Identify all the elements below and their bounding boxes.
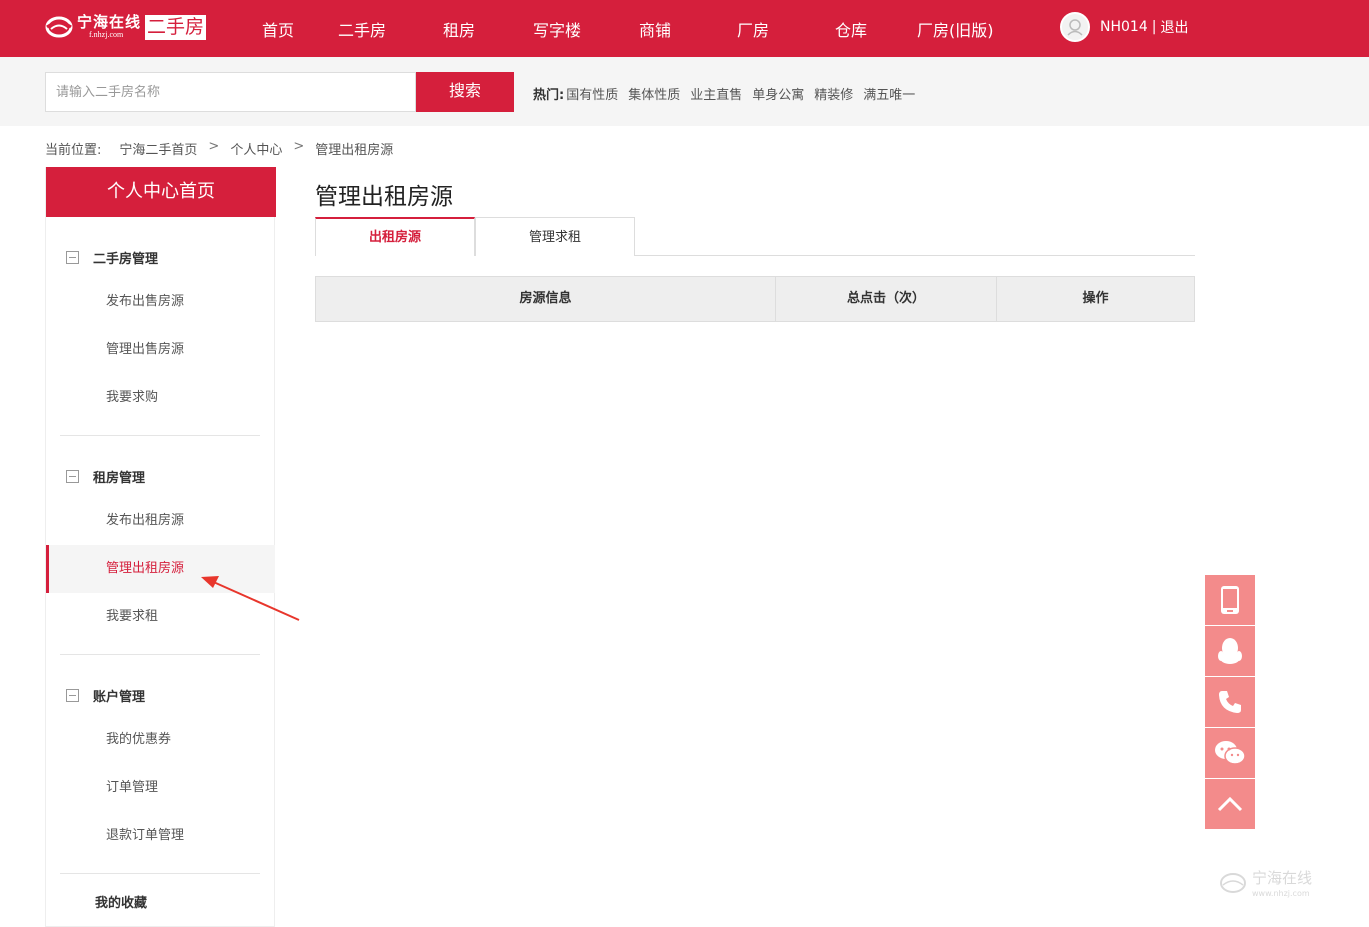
phone-icon — [1219, 691, 1241, 713]
sidebar-group-rent[interactable]: 租房管理 — [66, 467, 145, 486]
sidebar-item-manage-sale[interactable]: 管理出售房源 — [46, 326, 275, 374]
hot-tag[interactable]: 集体性质 — [628, 84, 680, 103]
sidebar-item-publish-rent[interactable]: 发布出租房源 — [46, 497, 275, 545]
site-logo[interactable]: 宁海在线 f.nhzj.com 二手房 — [45, 12, 207, 42]
sidebar-divider — [60, 654, 260, 655]
back-to-top-icon — [1217, 796, 1243, 812]
nav-item-second-hand[interactable]: 二手房 — [338, 17, 386, 41]
sidebar-home-button[interactable]: 个人中心首页 — [46, 167, 276, 217]
listing-table-header: 房源信息 总点击（次） 操作 — [315, 276, 1195, 322]
back-to-top-button[interactable] — [1205, 779, 1255, 829]
nav-item-factory-old[interactable]: 厂房(旧版) — [917, 17, 994, 41]
logout-link[interactable]: 退出 — [1160, 17, 1188, 37]
sidebar-group-secondhand[interactable]: 二手房管理 — [66, 248, 158, 267]
breadcrumb-current: 管理出租房源 — [315, 143, 394, 158]
sidebar-divider — [60, 435, 260, 436]
sidebar-item-want-buy[interactable]: 我要求购 — [46, 374, 275, 422]
watermark-text: 宁海在线 — [1252, 869, 1313, 887]
top-navbar: 宁海在线 f.nhzj.com 二手房 首页 二手房 租房 写字楼 商铺 厂房 … — [0, 0, 1369, 57]
breadcrumb-arrow: > — [293, 139, 305, 154]
annotation-arrow-icon — [201, 576, 300, 621]
username-link[interactable]: NH014 — [1100, 19, 1148, 35]
user-separator: | — [1151, 19, 1157, 35]
breadcrumb-item[interactable]: 个人中心 — [230, 139, 282, 158]
mobile-icon — [1221, 586, 1239, 614]
search-button[interactable]: 搜索 — [416, 72, 514, 112]
search-bar: 搜索 热门: 国有性质 集体性质 业主直售 单身公寓 精装修 满五唯一 — [0, 57, 1369, 126]
wechat-icon — [1215, 741, 1246, 765]
tab-rent-listings[interactable]: 出租房源 — [315, 217, 475, 256]
watermark-logo-icon — [1220, 873, 1246, 893]
user-icon — [1067, 19, 1083, 36]
avatar[interactable] — [1060, 12, 1090, 42]
sidebar-item-publish-sale[interactable]: 发布出售房源 — [46, 278, 275, 326]
watermark-url: www.nhzj.com — [1252, 889, 1310, 898]
collapse-icon — [66, 470, 79, 483]
qq-icon — [1218, 638, 1242, 664]
sidebar-item-orders[interactable]: 订单管理 — [46, 764, 275, 812]
sidebar-group-account[interactable]: 账户管理 — [66, 686, 145, 705]
mobile-button[interactable] — [1205, 575, 1255, 625]
sidebar: 个人中心首页 二手房管理 发布出售房源 管理出售房源 我要求购 租房管理 发布出… — [45, 167, 276, 927]
sidebar-item-refund-orders[interactable]: 退款订单管理 — [46, 812, 275, 860]
column-header-listing-info: 房源信息 — [316, 277, 776, 321]
floating-toolbar — [1205, 575, 1255, 830]
tab-manage-rent-requests[interactable]: 管理求租 — [475, 217, 635, 256]
tab-bar: 出租房源 管理求租 — [315, 217, 1195, 256]
logo-name: 宁海在线 — [77, 13, 142, 31]
hot-label: 热门: — [533, 88, 565, 103]
logo-tag: 二手房 — [145, 14, 207, 40]
hot-tags: 热门: 国有性质 集体性质 业主直售 单身公寓 精装修 满五唯一 — [533, 84, 925, 103]
watermark: 宁海在线 www.nhzj.com — [1218, 868, 1312, 898]
hot-tag[interactable]: 精装修 — [814, 84, 853, 103]
sidebar-group-label: 租房管理 — [93, 471, 146, 486]
logo-mark-icon — [45, 16, 73, 38]
wechat-button[interactable] — [1205, 728, 1255, 778]
collapse-icon — [66, 251, 79, 264]
column-header-total-clicks: 总点击（次） — [776, 277, 997, 321]
nav-item-factory[interactable]: 厂房 — [737, 17, 769, 41]
breadcrumb-arrow: > — [208, 139, 220, 154]
sidebar-group-label: 二手房管理 — [93, 252, 159, 267]
nav-item-warehouse[interactable]: 仓库 — [835, 17, 867, 41]
hot-tag[interactable]: 国有性质 — [566, 84, 618, 103]
breadcrumb-label: 当前位置: — [45, 143, 102, 158]
sidebar-item-favorites[interactable]: 我的收藏 — [95, 892, 147, 911]
nav-item-home[interactable]: 首页 — [262, 17, 294, 41]
logo-url: f.nhzj.com — [89, 30, 124, 39]
hot-tag[interactable]: 单身公寓 — [752, 84, 804, 103]
sidebar-divider — [60, 873, 260, 874]
search-input[interactable] — [45, 72, 416, 112]
page-title: 管理出租房源 — [315, 184, 453, 210]
collapse-icon — [66, 689, 79, 702]
nav-item-shop[interactable]: 商铺 — [639, 17, 671, 41]
hot-tag[interactable]: 业主直售 — [690, 84, 742, 103]
column-header-actions: 操作 — [1082, 291, 1109, 306]
sidebar-group-label: 账户管理 — [93, 690, 146, 705]
hot-tag[interactable]: 满五唯一 — [863, 84, 915, 103]
nav-item-rent[interactable]: 租房 — [443, 17, 475, 41]
sidebar-item-coupons[interactable]: 我的优惠券 — [46, 716, 275, 764]
nav-item-office[interactable]: 写字楼 — [533, 17, 581, 41]
qq-button[interactable] — [1205, 626, 1255, 676]
user-area: NH014 | 退出 — [1060, 12, 1188, 42]
phone-button[interactable] — [1205, 677, 1255, 727]
breadcrumb-item[interactable]: 宁海二手首页 — [119, 139, 197, 158]
breadcrumb: 当前位置: 宁海二手首页 > 个人中心 > 管理出租房源 — [45, 139, 393, 158]
